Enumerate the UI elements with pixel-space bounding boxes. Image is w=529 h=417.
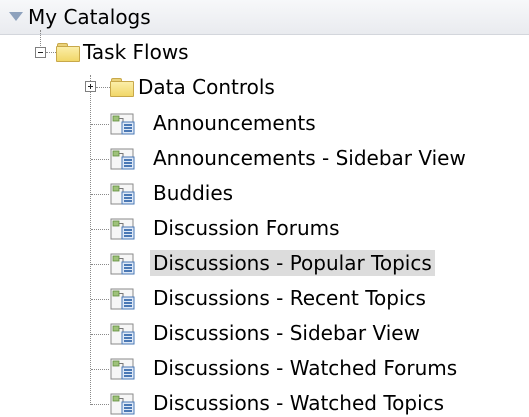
task-flow-icon [110, 322, 136, 346]
plus-box-icon[interactable] [85, 81, 96, 92]
tree-node-task-flow[interactable]: Announcements - Sidebar View [150, 145, 469, 171]
folder-icon [56, 43, 80, 62]
tree-connector [91, 194, 109, 195]
tree-node-task-flow[interactable]: Discussions - Popular Topics [150, 250, 435, 276]
tree-connector [96, 87, 110, 88]
tree-connector [91, 159, 109, 160]
task-flow-icon [110, 287, 136, 311]
folder-icon [110, 78, 134, 97]
task-flow-icon [110, 147, 136, 171]
task-flow-icon [110, 357, 136, 381]
triangle-down-icon[interactable] [9, 12, 23, 21]
tree-node-task-flow[interactable]: Discussion Forums [150, 215, 343, 241]
tree-node-task-flow[interactable]: Discussions - Recent Topics [150, 285, 429, 311]
minus-box-icon[interactable] [35, 47, 46, 58]
tree-node-task-flow[interactable]: Discussions - Watched Forums [150, 355, 460, 381]
task-flow-icon [110, 182, 136, 206]
tree-connector [91, 369, 109, 370]
catalog-panel: My Catalogs Task Flows Data Controls Ann… [0, 0, 529, 417]
tree-node-task-flows[interactable]: Task Flows [80, 39, 192, 65]
tree-node-task-flow[interactable]: Discussions - Watched Topics [150, 390, 447, 416]
tree-connector [40, 30, 41, 48]
tree-node-task-flow[interactable]: Announcements [150, 110, 319, 136]
catalog-header[interactable]: My Catalogs [0, 0, 529, 35]
tree-connector [91, 334, 109, 335]
tree-connector [91, 299, 109, 300]
tree-connector [91, 229, 109, 230]
tree-node-task-flow[interactable]: Buddies [150, 180, 236, 206]
tree-connector [91, 264, 109, 265]
tree-node-data-controls[interactable]: Data Controls [135, 74, 278, 100]
tree-node-task-flow[interactable]: Discussions - Sidebar View [150, 320, 423, 346]
tree-connector [91, 404, 109, 405]
task-flow-icon [110, 217, 136, 241]
tree-connector [91, 124, 109, 125]
task-flow-icon [110, 112, 136, 136]
tree-connector [46, 52, 56, 53]
task-flow-icon [110, 252, 136, 276]
task-flow-icon [110, 392, 136, 416]
catalog-title: My Catalogs [28, 5, 151, 29]
